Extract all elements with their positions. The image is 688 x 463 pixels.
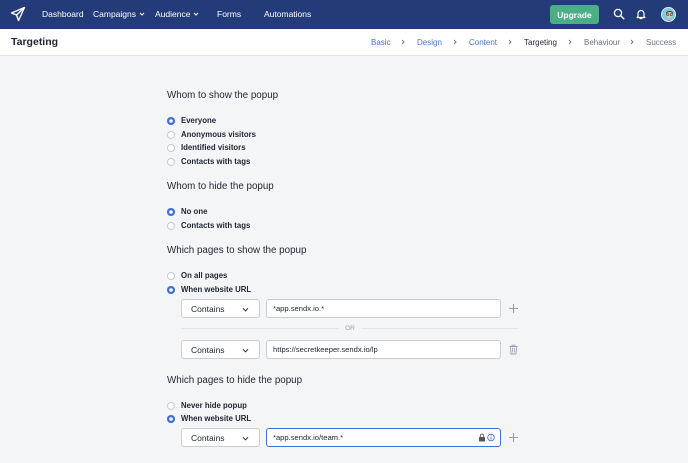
or-separator: OR <box>181 324 519 333</box>
nav-dashboard-label: Dashboard <box>42 9 84 19</box>
chevron-right-icon <box>630 39 634 45</box>
nav-audience[interactable]: Audience <box>155 9 199 19</box>
step-success[interactable]: Success <box>646 38 676 47</box>
show-to-tags-radio[interactable]: Contacts with tags <box>167 157 250 166</box>
select-value: Contains <box>191 432 225 443</box>
input-value: *app.sendx.io/team.* <box>273 433 344 442</box>
option-label: When website URL <box>181 285 252 294</box>
search-icon[interactable] <box>613 8 625 20</box>
option-label: Everyone <box>181 116 217 125</box>
chevron-down-icon <box>139 12 145 16</box>
chevron-down-icon <box>242 348 249 353</box>
select-value: Contains <box>191 303 225 314</box>
option-label: Anonymous visitors <box>181 130 256 139</box>
radio-unchecked[interactable] <box>167 401 175 410</box>
option-label: Contacts with tags <box>181 157 251 166</box>
chevron-right-icon <box>453 39 457 45</box>
divider <box>360 328 519 329</box>
page-title: Targeting <box>11 36 59 48</box>
paper-plane-logo-icon[interactable] <box>10 6 26 22</box>
step-content[interactable]: Content <box>469 38 497 47</box>
chevron-right-icon <box>401 39 405 45</box>
avatar-face-icon <box>662 8 675 21</box>
trash-icon[interactable] <box>508 344 519 355</box>
hide-pages-url-radio[interactable]: When website URL <box>167 414 251 423</box>
nav-audience-label: Audience <box>155 9 191 19</box>
radio-unchecked[interactable] <box>167 221 175 230</box>
option-label: Identified visitors <box>181 143 246 152</box>
show-to-title: Whom to show the popup <box>167 90 279 101</box>
step-basic[interactable]: Basic <box>371 38 391 47</box>
show-rule-2-url-input[interactable]: https://secretkeeper.sendx.io/lp <box>266 340 501 359</box>
bell-icon[interactable] <box>635 8 647 20</box>
step-targeting[interactable]: Targeting <box>524 38 557 47</box>
hide-rule-1-operator-select[interactable]: Contains <box>181 428 260 447</box>
hide-from-tags-radio[interactable]: Contacts with tags <box>167 221 250 230</box>
nav-forms-label: Forms <box>217 9 242 19</box>
show-pages-all-radio[interactable]: On all pages <box>167 271 227 280</box>
hide-pages-never-radio[interactable]: Never hide popup <box>167 401 247 410</box>
radio-checked[interactable] <box>167 414 175 423</box>
upgrade-button[interactable]: Upgrade <box>550 5 599 24</box>
chevron-down-icon <box>242 436 249 441</box>
top-nav: Dashboard Campaigns Audience Forms Autom… <box>0 0 688 29</box>
option-label: When website URL <box>181 414 252 423</box>
chevron-right-icon <box>508 39 512 45</box>
nav-campaigns[interactable]: Campaigns <box>93 9 145 19</box>
nav-automations[interactable]: Automations <box>264 9 311 19</box>
option-label: No one <box>181 207 208 216</box>
radio-unchecked[interactable] <box>167 157 175 166</box>
avatar[interactable] <box>661 7 676 22</box>
option-label: Never hide popup <box>181 401 247 410</box>
nav-automations-label: Automations <box>264 9 312 19</box>
radio-checked[interactable] <box>167 116 175 125</box>
nav-forms[interactable]: Forms <box>217 9 241 19</box>
divider <box>181 328 340 329</box>
hide-from-title: Whom to hide the popup <box>167 181 274 192</box>
show-to-anonymous-radio[interactable]: Anonymous visitors <box>167 130 256 139</box>
option-label: On all pages <box>181 271 228 280</box>
password-manager-badge[interactable] <box>478 433 495 442</box>
input-value: *app.sendx.io.* <box>273 304 325 313</box>
plus-icon[interactable] <box>508 432 519 443</box>
radio-checked[interactable] <box>167 207 175 216</box>
nav-dashboard[interactable]: Dashboard <box>42 9 84 19</box>
show-to-everyone-radio[interactable]: Everyone <box>167 116 216 125</box>
step-behaviour[interactable]: Behaviour <box>584 38 620 47</box>
lock-icon <box>479 433 485 442</box>
show-rule-1-operator-select[interactable]: Contains <box>181 299 260 318</box>
step-design[interactable]: Design <box>417 38 442 47</box>
option-label: Contacts with tags <box>181 221 251 230</box>
show-to-identified-radio[interactable]: Identified visitors <box>167 143 246 152</box>
hide-from-no-one-radio[interactable]: No one <box>167 207 207 216</box>
chevron-down-icon <box>194 12 199 16</box>
upgrade-label: Upgrade <box>557 9 592 20</box>
show-pages-title: Which pages to show the popup <box>167 245 307 256</box>
show-pages-url-radio[interactable]: When website URL <box>167 285 251 294</box>
radio-unchecked[interactable] <box>167 143 175 152</box>
or-label: OR <box>345 325 355 332</box>
radio-unchecked[interactable] <box>167 271 175 280</box>
hide-pages-title: Which pages to hide the popup <box>167 375 303 386</box>
hide-rule-1-url-input[interactable]: *app.sendx.io/team.* <box>266 428 501 447</box>
chevron-right-icon <box>568 39 572 45</box>
nav-campaigns-label: Campaigns <box>93 9 136 19</box>
input-value: https://secretkeeper.sendx.io/lp <box>273 345 378 354</box>
info-icon <box>487 433 495 442</box>
show-rule-2-operator-select[interactable]: Contains <box>181 340 260 359</box>
wizard-header: Targeting Basic Design Content Targeting… <box>0 29 688 56</box>
radio-unchecked[interactable] <box>167 130 175 139</box>
radio-checked[interactable] <box>167 285 175 294</box>
show-rule-1-url-input[interactable]: *app.sendx.io.* <box>266 299 501 318</box>
plus-icon[interactable] <box>508 303 519 314</box>
chevron-down-icon <box>242 307 249 312</box>
select-value: Contains <box>191 344 225 355</box>
